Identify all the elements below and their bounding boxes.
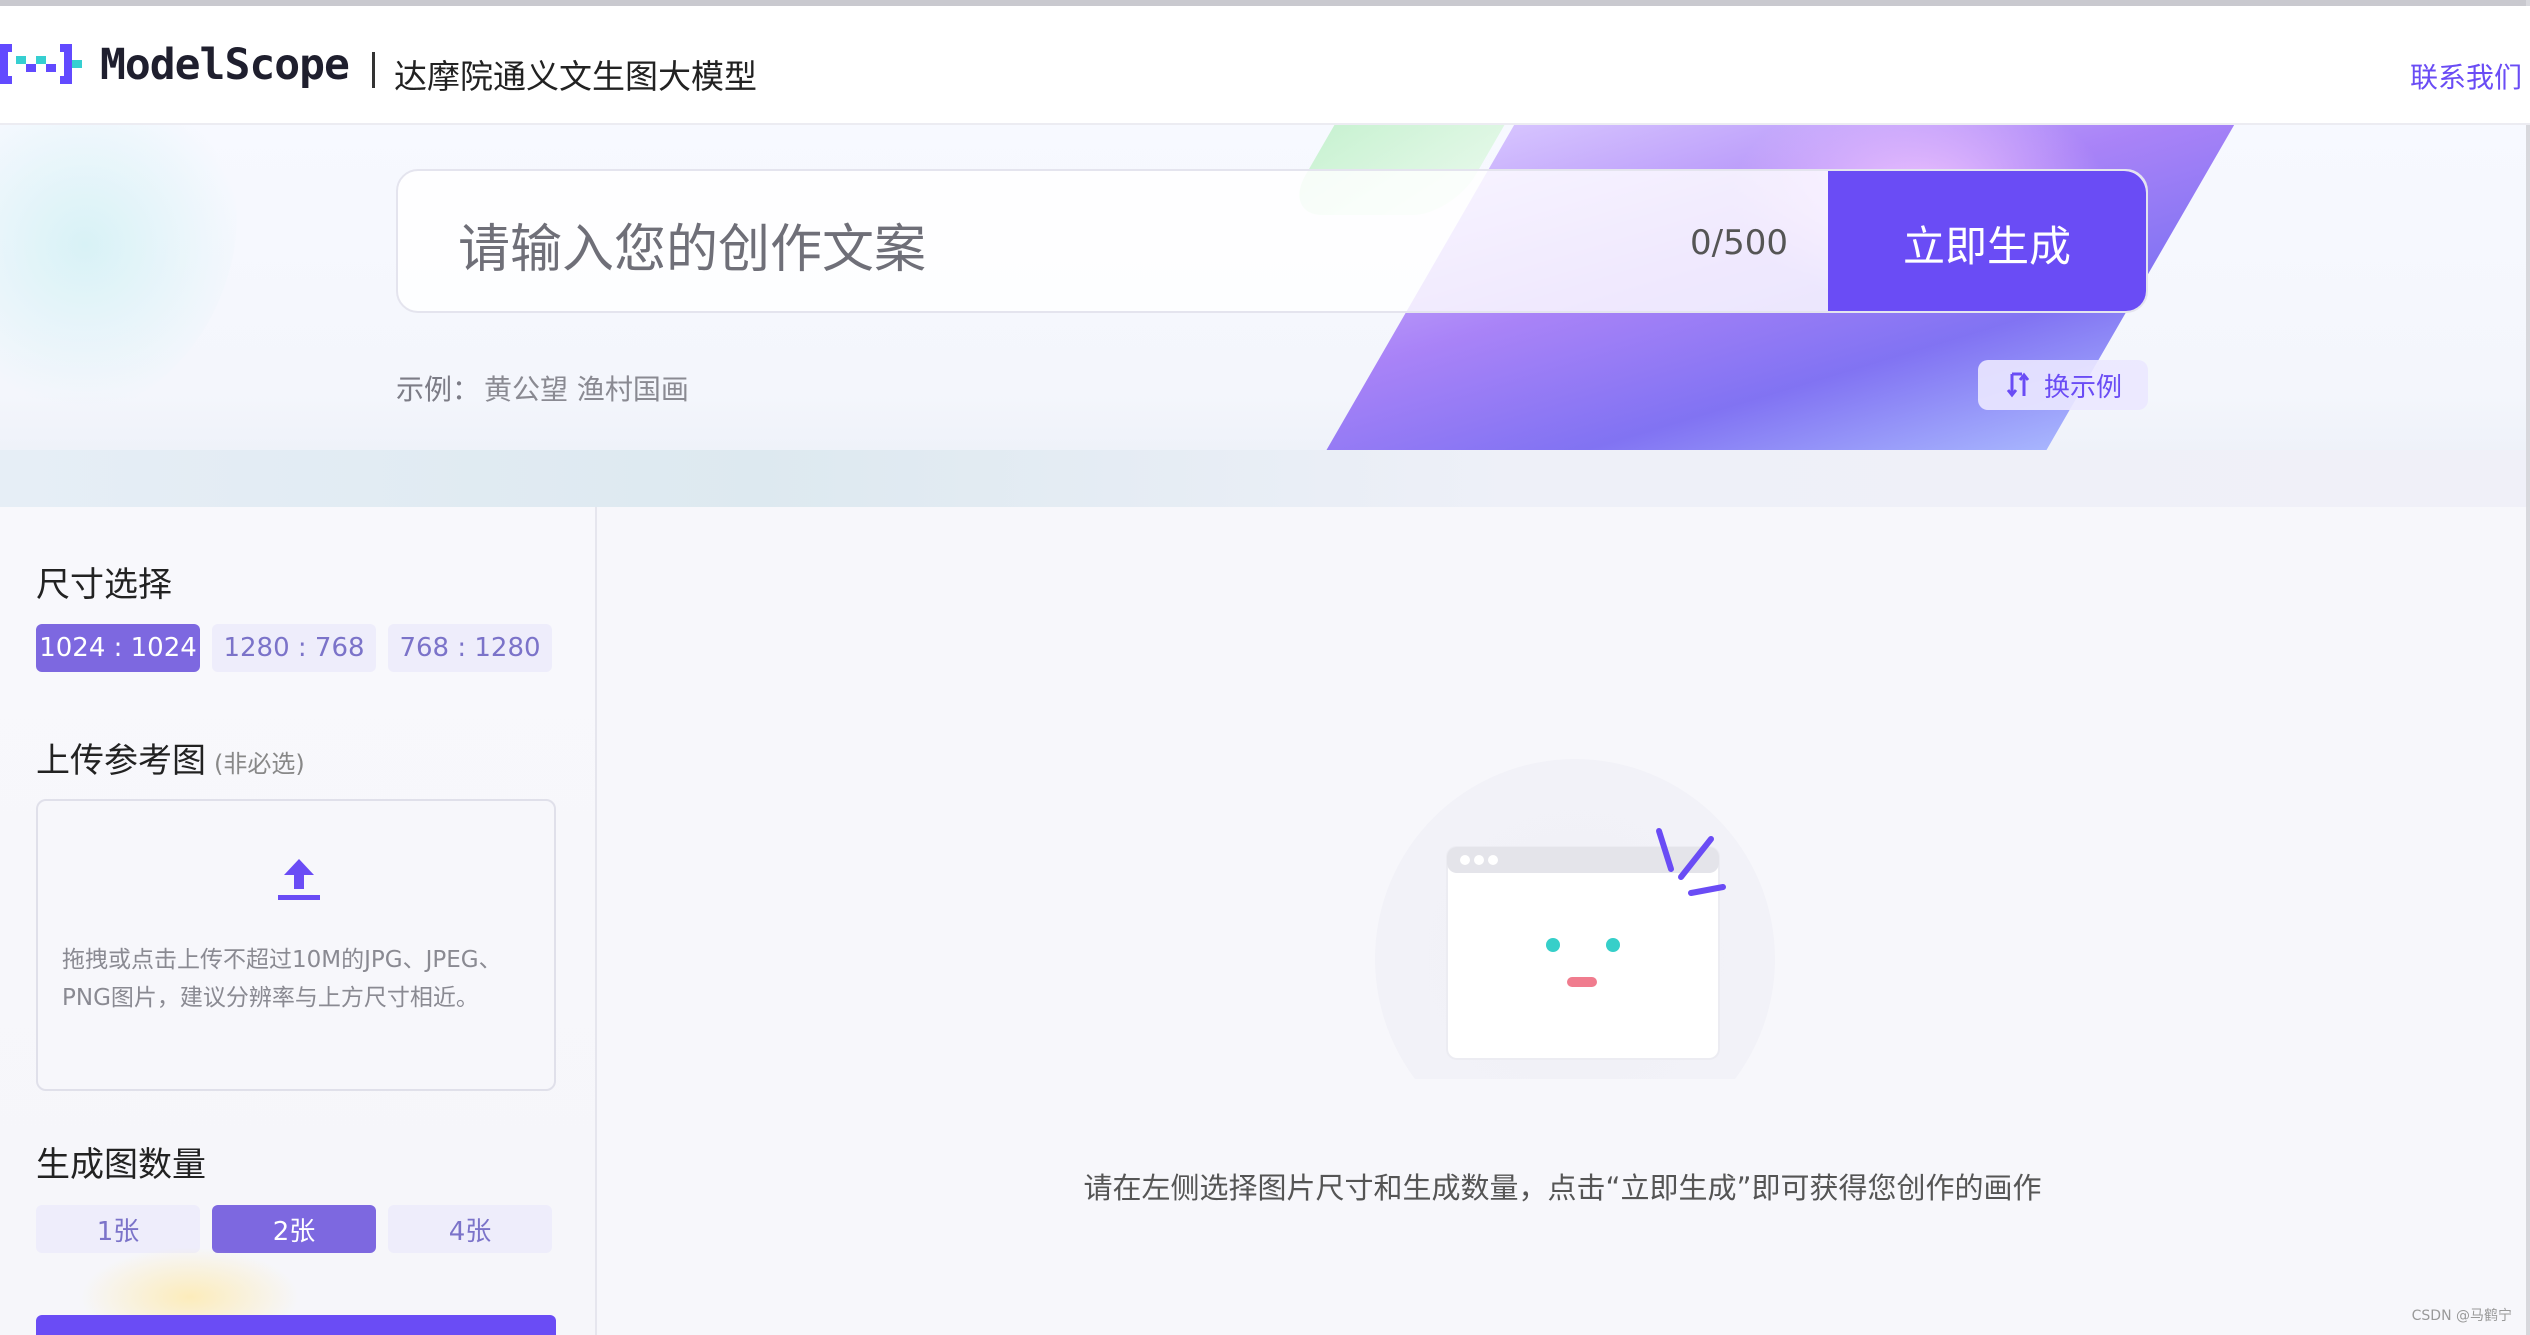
upload-icon	[278, 859, 320, 900]
submit-button-partial[interactable]	[36, 1315, 556, 1335]
example-label: 示例：	[396, 373, 481, 406]
count-option-1[interactable]: 1张	[36, 1205, 200, 1253]
count-option-2[interactable]: 2张	[212, 1205, 376, 1253]
header-divider	[372, 52, 375, 88]
settings-panel: 尺寸选择 1024 : 1024 1280 : 768 768 : 1280 上…	[0, 507, 597, 1335]
count-section-title: 生成图数量	[36, 1145, 206, 1185]
size-option-1024x1024[interactable]: 1024 : 1024	[36, 624, 200, 672]
size-section-title: 尺寸选择	[36, 565, 172, 605]
page-title: 达摩院通义文生图大模型	[394, 57, 757, 96]
count-option-4[interactable]: 4张	[388, 1205, 552, 1253]
upload-instructions: 拖拽或点击上传不超过10M的JPG、JPEG、PNG图片，建议分辨率与上方尺寸相…	[62, 947, 502, 1011]
hero-bottom-strip	[0, 450, 2530, 507]
logo-wordmark[interactable]: ModelScope	[100, 40, 350, 90]
hero-decoration-blob	[0, 125, 293, 470]
result-area: 请在左侧选择图片尺寸和生成数量，点击“立即生成”即可获得您创作的画作 CSDN …	[599, 507, 2526, 1335]
upload-section-title: 上传参考图 (非必选)	[36, 733, 305, 782]
top-header: ModelScope 达摩院通义文生图大模型 联系我们	[0, 6, 2530, 125]
upload-title-text: 上传参考图	[36, 741, 206, 781]
contact-link[interactable]: 联系我们	[2410, 56, 2522, 96]
modelscope-logo-icon[interactable]	[0, 36, 82, 92]
prompt-bar: 请输入您的创作文案 0/500 立即生成	[396, 169, 2148, 313]
empty-state-message: 请在左侧选择图片尺寸和生成数量，点击“立即生成”即可获得您创作的画作	[1083, 1171, 2042, 1205]
size-option-1280x768[interactable]: 1280 : 768	[212, 624, 376, 672]
swap-example-label: 换示例	[2043, 372, 2122, 403]
window-right-border	[2526, 0, 2530, 1335]
empty-state-illustration	[1375, 759, 1775, 1079]
watermark: CSDN @马鹤宁	[2411, 1308, 2512, 1324]
example-prompt: 示例： 黄公望 渔村国画	[396, 368, 689, 408]
example-value[interactable]: 黄公望 渔村国画	[484, 373, 689, 406]
swap-icon	[2006, 372, 2030, 398]
prompt-input[interactable]: 请输入您的创作文案	[458, 207, 926, 282]
generate-button[interactable]: 立即生成	[1828, 171, 2146, 311]
upload-dropzone[interactable]: 拖拽或点击上传不超过10M的JPG、JPEG、PNG图片，建议分辨率与上方尺寸相…	[36, 799, 556, 1091]
char-counter: 0/500	[1690, 223, 1788, 263]
swap-example-button[interactable]: 换示例	[1978, 360, 2148, 410]
upload-optional-hint: (非必选)	[214, 750, 305, 778]
size-option-768x1280[interactable]: 768 : 1280	[388, 624, 552, 672]
